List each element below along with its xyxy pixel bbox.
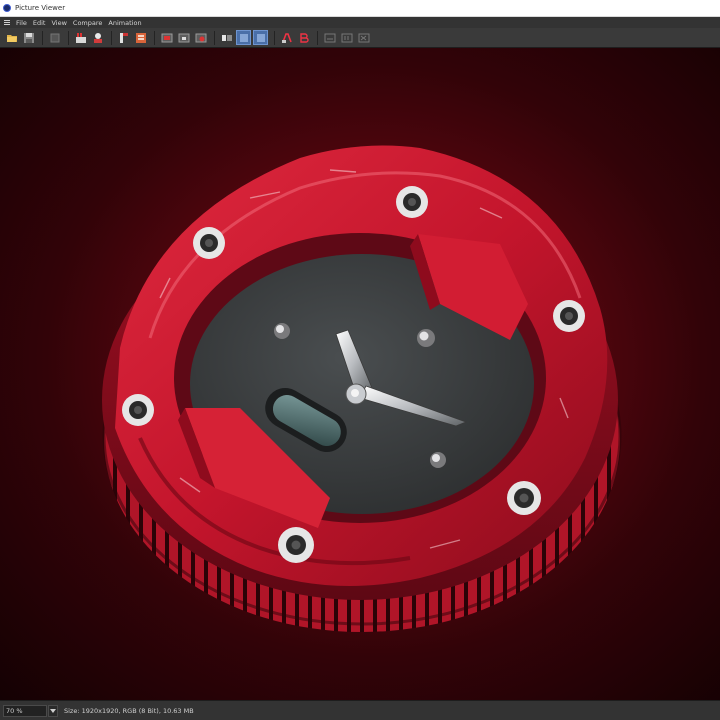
render-icon[interactable] xyxy=(47,30,62,45)
compare-b-icon[interactable] xyxy=(253,30,268,45)
screw-icon xyxy=(396,186,428,218)
render-viewport[interactable] xyxy=(0,48,720,700)
ab-swap-icon[interactable] xyxy=(296,30,311,45)
toolbar-separator xyxy=(68,30,69,45)
menu-edit[interactable]: Edit xyxy=(30,19,49,27)
rendered-clock-image xyxy=(102,145,622,632)
toolbar-separator xyxy=(42,30,43,45)
history-forward-icon[interactable] xyxy=(339,30,354,45)
save-icon[interactable] xyxy=(21,30,36,45)
render-region-icon[interactable] xyxy=(90,30,105,45)
window-title: Picture Viewer xyxy=(15,4,66,12)
history-back-icon[interactable] xyxy=(356,30,371,45)
app-icon xyxy=(3,4,11,12)
toolbar xyxy=(0,28,720,48)
zoom-dropdown-chevron-down-icon[interactable] xyxy=(48,704,58,717)
menu-animation[interactable]: Animation xyxy=(105,19,144,27)
crop-icon[interactable] xyxy=(116,30,131,45)
zoom-level-field[interactable]: 70 % xyxy=(3,704,47,717)
split-icon[interactable] xyxy=(279,30,294,45)
toolbar-separator xyxy=(274,30,275,45)
menu-file[interactable]: File xyxy=(13,19,30,27)
filter-icon[interactable] xyxy=(133,30,148,45)
fullscreen-icon[interactable] xyxy=(193,30,208,45)
channel-icon[interactable] xyxy=(219,30,234,45)
menu-bar: File Edit View Compare Animation xyxy=(0,17,720,28)
open-folder-icon[interactable] xyxy=(4,30,19,45)
toolbar-separator xyxy=(111,30,112,45)
fit-icon[interactable] xyxy=(176,30,191,45)
render-settings-icon[interactable] xyxy=(73,30,88,45)
toolbar-separator xyxy=(317,30,318,45)
window-titlebar: Picture Viewer xyxy=(0,0,720,17)
compare-a-icon[interactable] xyxy=(236,30,251,45)
history-icon[interactable] xyxy=(322,30,337,45)
hamburger-menu-icon[interactable] xyxy=(1,17,13,28)
menu-compare[interactable]: Compare xyxy=(70,19,106,27)
layer-icon[interactable] xyxy=(159,30,174,45)
status-bar: 70 % Size: 1920x1920, RGB (8 Bit), 10.63… xyxy=(0,700,720,720)
image-info-text: Size: 1920x1920, RGB (8 Bit), 10.63 MB xyxy=(64,706,194,715)
menu-view[interactable]: View xyxy=(48,19,69,27)
toolbar-separator xyxy=(154,30,155,45)
toolbar-separator xyxy=(214,30,215,45)
